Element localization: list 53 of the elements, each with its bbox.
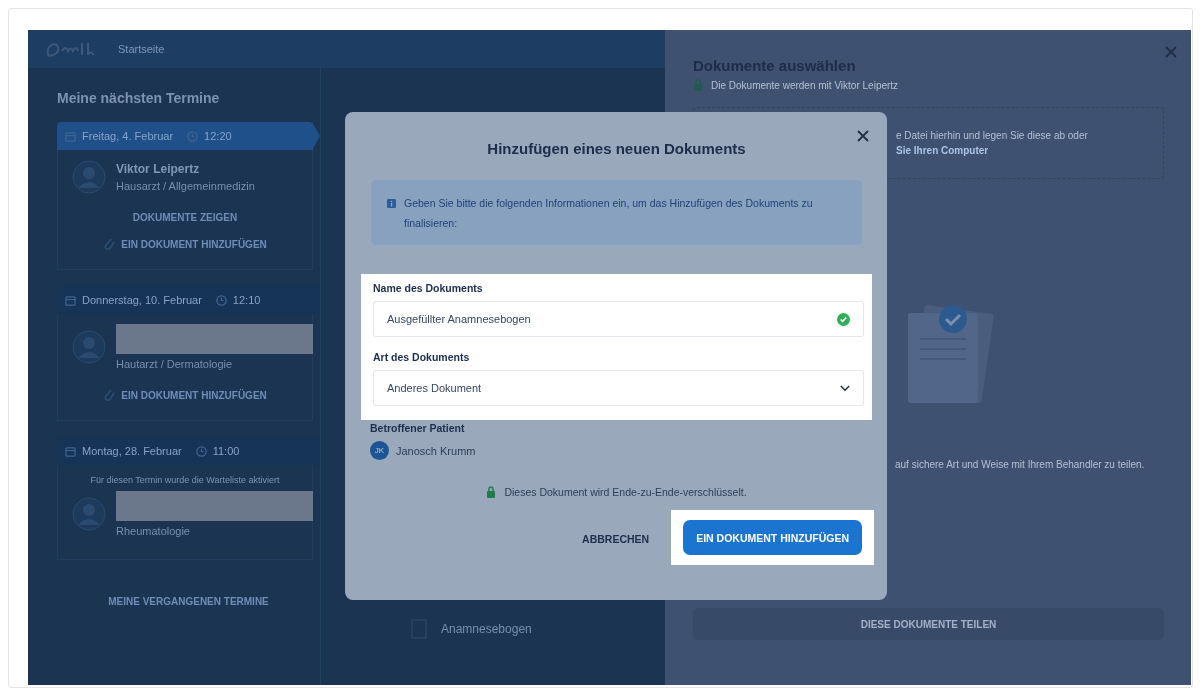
info-icon xyxy=(387,199,396,208)
panel-subtitle: Die Dokumente werden mit Viktor Leipertz xyxy=(711,79,899,91)
patient-avatar: JK xyxy=(370,441,389,460)
document-list-item[interactable]: Anamnesebogen xyxy=(351,619,635,639)
past-appointments-link[interactable]: MEINE VERGANGENEN TERMINE xyxy=(57,596,320,607)
nav-link[interactable]: Startseite xyxy=(118,43,165,55)
input-field[interactable]: Ausgefüllter Anamnesebogen xyxy=(373,301,864,337)
doctor-specialty: Rheumatologie xyxy=(116,525,191,537)
encryption-note: Dieses Dokument wird Ende-zu-Ende-verschlüsselt. xyxy=(504,486,747,498)
section-title: Meine nächsten Termine xyxy=(57,90,221,106)
appointment-header[interactable]: Montag, 28. Februar 11:00 xyxy=(57,437,320,465)
close-icon[interactable] xyxy=(857,130,869,142)
clock-icon xyxy=(187,130,199,142)
lock-icon xyxy=(693,79,703,91)
info-text: Geben Sie bitte die folgenden Informationen ein, um das Hinzufügen des Dokuments zu finalisieren: xyxy=(404,196,814,228)
share-description: auf sichere Art und Weise mit Ihrem Behandler zu teilen. xyxy=(894,459,1146,470)
avatar-icon xyxy=(72,330,106,364)
appointment-action-link[interactable]: DOKUMENTE ZEIGEN xyxy=(72,206,298,231)
appointment-header[interactable]: Donnerstag, 10. Februar 12:10 xyxy=(57,286,320,314)
field-label: Art des Dokuments xyxy=(373,351,471,363)
calendar-icon xyxy=(65,445,76,457)
patient-name: Janosch Krumm xyxy=(396,444,476,457)
appointment-date: Donnerstag, 10. Februar xyxy=(82,294,202,306)
paperclip-icon xyxy=(103,388,116,402)
share-documents-button[interactable]: DIESE DOKUMENTE TEILEN xyxy=(693,608,1164,640)
appointment-time: 12:10 xyxy=(232,294,261,306)
doctor-name: Viktor Leipertz xyxy=(116,162,201,176)
pointer-arrow-icon xyxy=(312,122,320,150)
paperclip-icon xyxy=(103,237,116,251)
drop-zone-text: e Datei hierhin und legen Sie diese ab oder xyxy=(896,130,1089,141)
avatar-icon xyxy=(72,160,106,194)
appointment-action-link[interactable]: EIN DOKUMENT HINZUFÜGEN xyxy=(72,231,298,259)
browse-computer-link[interactable]: Sie Ihren Computer xyxy=(896,145,1163,156)
lock-icon xyxy=(486,486,497,498)
waitlist-notice: Für diesen Termin wurde die Warteliste aktiviert xyxy=(89,475,281,485)
add-document-button[interactable]: EIN DOKUMENT HINZUFÜGEN xyxy=(683,520,862,555)
patient-label: Betroffener Patient xyxy=(370,422,466,434)
doctor-specialty: Hautarzt / Dermatologie xyxy=(116,358,234,370)
appointment-time: 11:00 xyxy=(212,445,240,457)
appointment-date: Montag, 28. Februar xyxy=(82,445,182,457)
calendar-icon xyxy=(65,294,76,306)
clock-icon xyxy=(215,294,227,306)
select-dropdown[interactable]: Anderes Dokument xyxy=(373,370,864,406)
calendar-icon xyxy=(65,130,76,142)
appointment-time: 12:20 xyxy=(204,130,232,142)
cancel-button[interactable]: ABBRECHEN xyxy=(576,531,656,546)
avatar-icon xyxy=(72,497,106,531)
field-label: Name des Dokuments xyxy=(373,282,484,294)
clock-icon xyxy=(195,445,207,457)
appointment-action-link[interactable]: EIN DOKUMENT HINZUFÜGEN xyxy=(72,382,298,410)
chevron-down-icon xyxy=(840,384,850,392)
doctor-specialty: Hausarzt / Allgemeinmedizin xyxy=(116,180,256,192)
appointment-date: Freitag, 4. Februar xyxy=(82,130,174,142)
